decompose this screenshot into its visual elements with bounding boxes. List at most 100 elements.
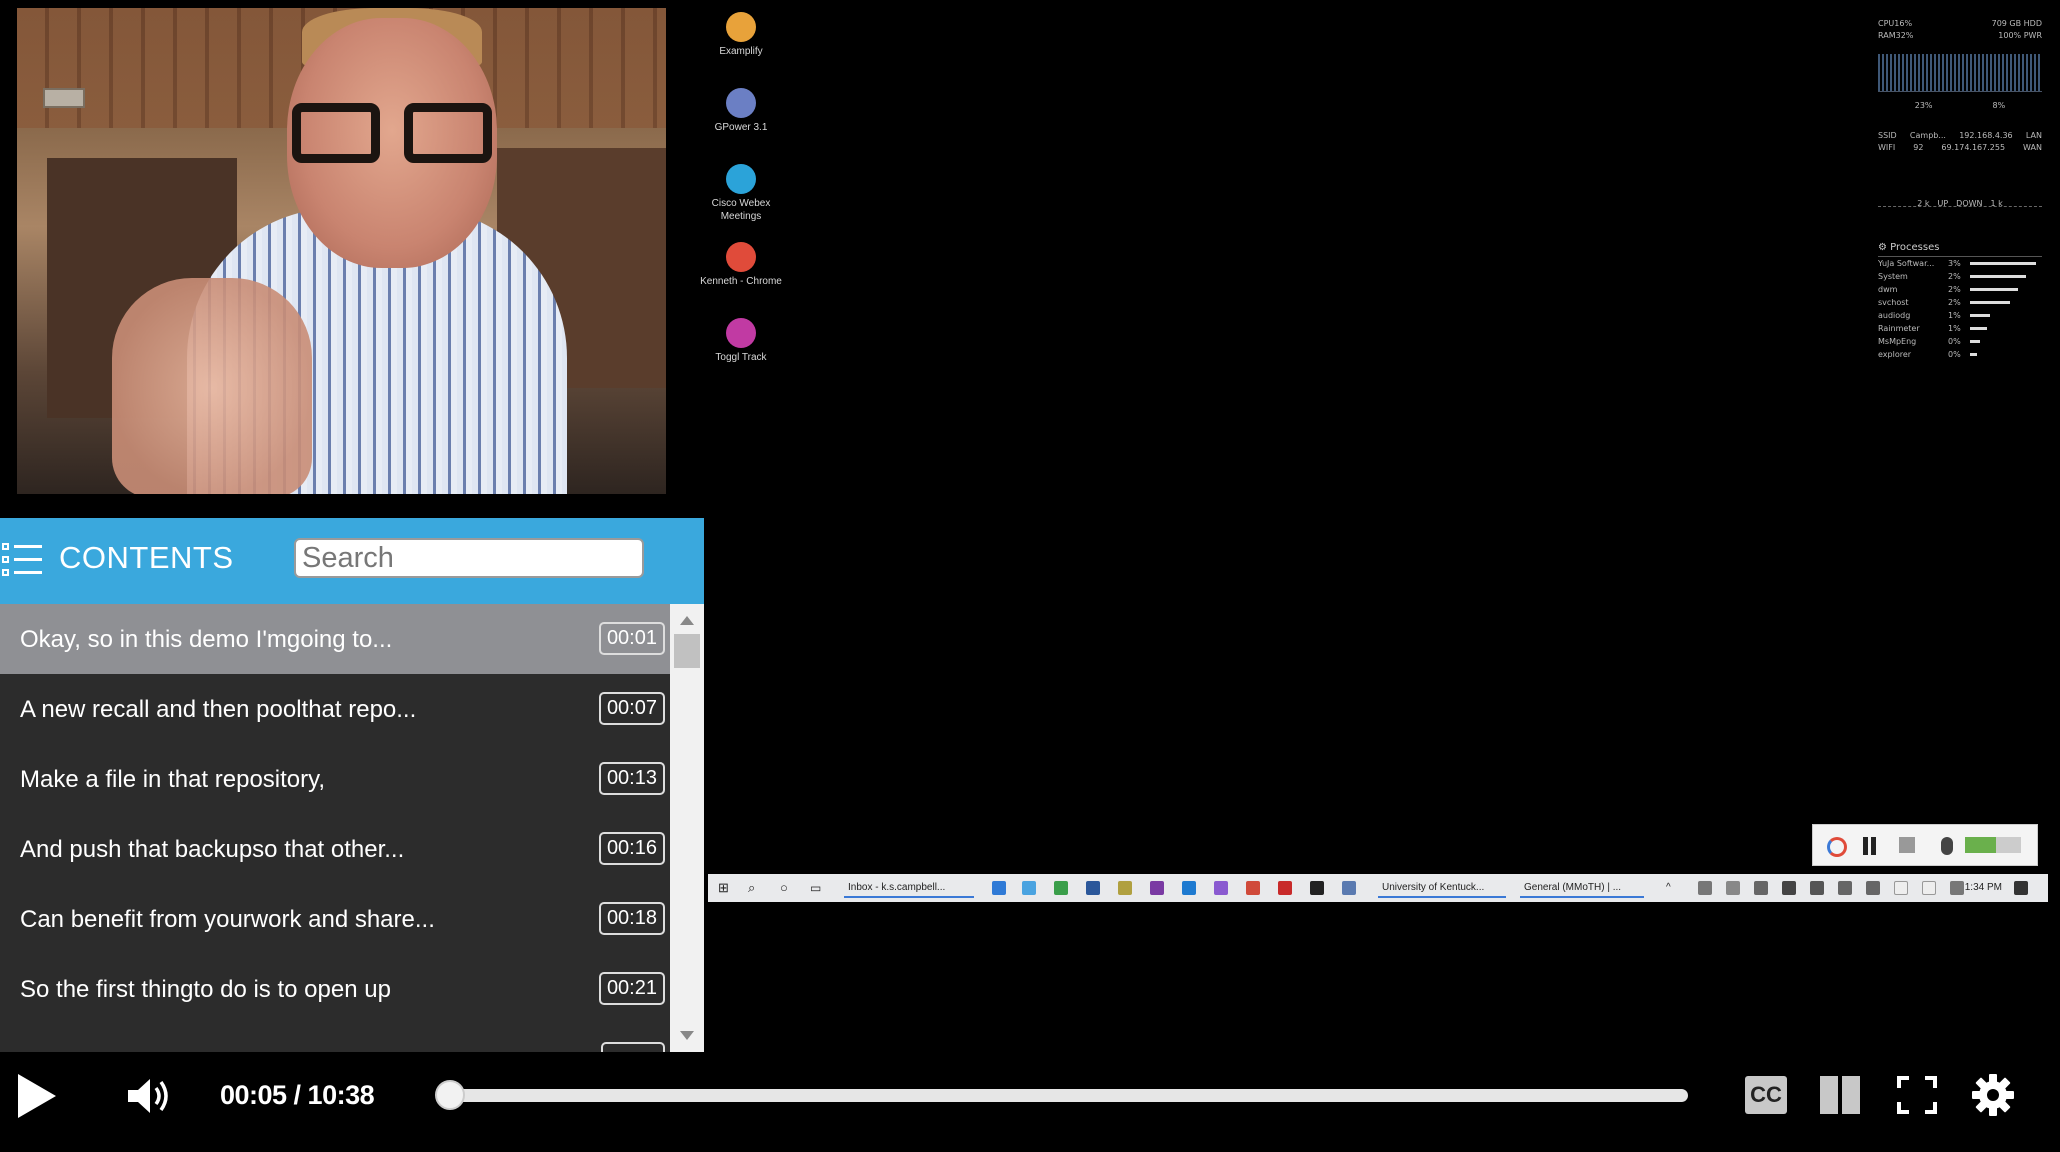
app-icon-dark-red[interactable] [1278, 881, 1292, 895]
video-player: { "desktop_icons": [ {"label": "Examplif… [0, 0, 2060, 1152]
progress-handle[interactable] [434, 1080, 465, 1110]
process-bar [1970, 262, 2036, 265]
wifi-value: 92 [1913, 143, 1924, 152]
volume-icon[interactable] [126, 1076, 172, 1116]
contents-item[interactable]: A new recall and then poolthat repo... 00… [0, 674, 670, 744]
process-name: audiodg [1878, 311, 1911, 320]
examplify-icon [726, 12, 756, 42]
scroll-up-arrow-icon[interactable] [680, 616, 694, 625]
word-icon[interactable] [1086, 881, 1100, 895]
microphone-tray-icon[interactable] [1782, 881, 1796, 895]
presenter-hand [112, 278, 312, 494]
audio-level-meter [1965, 837, 2021, 853]
cortana-icon[interactable]: ○ [780, 880, 788, 896]
process-percent: 1% [1948, 324, 1961, 333]
taskbar-app-outlook[interactable]: Inbox - k.s.campbell... [844, 878, 974, 898]
app-icon-yellow[interactable] [1118, 881, 1132, 895]
contents-item-timestamp[interactable]: 00:07 [598, 692, 665, 725]
chevron-up-icon[interactable]: ^ [1666, 880, 1671, 896]
contents-scrollbar[interactable] [670, 604, 704, 1052]
battery-icon[interactable] [1810, 881, 1824, 895]
lan-ip: 192.168.4.36 [1959, 131, 2013, 140]
process-bar [1970, 288, 2018, 291]
stop-icon[interactable] [1899, 837, 1915, 853]
desktop-icon-toggl[interactable]: Toggl Track [696, 318, 786, 364]
progress-track[interactable] [440, 1089, 1688, 1102]
closed-captions-button[interactable]: CC [1745, 1076, 1787, 1114]
table-of-contents-icon[interactable] [2, 541, 42, 579]
process-percent: 2% [1948, 298, 1961, 307]
desktop-icon-chrome[interactable]: Kenneth - Chrome [696, 242, 786, 288]
contents-item-timestamp[interactable]: 00:01 [598, 622, 665, 655]
cpu-label: CPU [1878, 19, 1895, 28]
layout-toggle-button[interactable] [1820, 1076, 1860, 1114]
ram-value: 32% [1895, 31, 1914, 40]
process-bar [1970, 275, 2026, 278]
scrollbar-track[interactable] [670, 604, 704, 1052]
tray-icon-1[interactable] [1698, 881, 1712, 895]
windows-start-icon[interactable]: ⊞ [718, 880, 729, 896]
ram-label: RAM [1878, 31, 1896, 40]
contents-item-timestamp[interactable]: 00:21 [598, 972, 665, 1005]
search-icon[interactable]: ⌕ [748, 880, 755, 896]
process-row: Rainmeter 1% [1878, 322, 2042, 335]
fullscreen-corner-icon [1897, 1076, 1909, 1088]
play-button[interactable] [18, 1074, 56, 1118]
process-row: audiodg 1% [1878, 309, 2042, 322]
contents-item[interactable]: Can benefit from yourwork and share... 00… [0, 884, 670, 954]
contents-item-timestamp[interactable] [601, 1042, 665, 1052]
contents-item[interactable]: And push that backupso that other... 00:1… [0, 814, 670, 884]
cloud-sync-icon[interactable] [1922, 881, 1936, 895]
desktop-icon-label: Examplify [719, 46, 763, 57]
process-row: MsMpEng 0% [1878, 335, 2042, 348]
contents-item[interactable]: So the first thingto do is to open up 00:… [0, 954, 670, 1024]
desktop-icon-gpower[interactable]: GPower 3.1 [696, 88, 786, 134]
app-icon-purple[interactable] [1150, 881, 1164, 895]
wan-label: WAN [2023, 143, 2042, 152]
contents-item-timestamp[interactable]: 00:16 [598, 832, 665, 865]
volume-tray-icon[interactable] [1866, 881, 1880, 895]
vscode-icon[interactable] [1182, 881, 1196, 895]
desktop-icon-examplify[interactable]: Examplify [696, 12, 786, 58]
visual-studio-icon[interactable] [1214, 881, 1228, 895]
microphone-icon[interactable] [1941, 837, 1953, 855]
contents-item[interactable]: Okay, so in this demo I'mgoing to... 00:0… [0, 604, 670, 674]
onedrive-icon[interactable] [1726, 881, 1740, 895]
search-input[interactable] [294, 538, 644, 578]
pause-icon[interactable] [1863, 837, 1868, 855]
fullscreen-button[interactable] [1897, 1076, 1937, 1114]
wifi-icon[interactable] [1838, 881, 1852, 895]
app-icon-red[interactable] [1246, 881, 1260, 895]
cloud-icon[interactable] [1894, 881, 1908, 895]
process-bar [1970, 301, 2010, 304]
contents-item-timestamp[interactable]: 00:13 [598, 762, 665, 795]
desktop-icon-webex[interactable]: Cisco Webex Meetings [696, 164, 786, 223]
tray-icon-2[interactable] [1754, 881, 1768, 895]
process-name: MsMpEng [1878, 337, 1917, 346]
contents-item[interactable] [0, 1024, 670, 1052]
mail-icon[interactable] [1022, 881, 1036, 895]
process-name: svchost [1878, 298, 1909, 307]
pwr-value: 100% [1998, 31, 2022, 40]
app-icon-blue[interactable] [1342, 881, 1356, 895]
process-row: YuJa Softwar... 3% [1878, 257, 2042, 270]
cpu-value: 16% [1894, 19, 1913, 28]
webex-icon [726, 164, 756, 194]
process-list: YuJa Softwar... 3% System 2% dwm 2% svchost 2% a… [1878, 257, 2042, 361]
terminal-icon[interactable] [1310, 881, 1324, 895]
layout-left-pane-icon [1820, 1076, 1838, 1114]
contents-item-timestamp[interactable]: 00:18 [598, 902, 665, 935]
contents-item[interactable]: Make a file in that repository, 00:13 [0, 744, 670, 814]
taskbar-app-chrome[interactable]: University of Kentuck... [1378, 878, 1506, 898]
notifications-icon[interactable] [2014, 881, 2028, 895]
taskbar-app-teams[interactable]: General (MMoTH) | ... [1520, 878, 1644, 898]
scrollbar-thumb[interactable] [674, 634, 700, 668]
task-view-icon[interactable]: ▭ [810, 880, 821, 896]
scroll-down-arrow-icon[interactable] [680, 1031, 694, 1040]
graph-right-value: 8% [1992, 101, 2006, 110]
settings-gear-icon[interactable] [1972, 1074, 2014, 1116]
app-icon-green[interactable] [1054, 881, 1068, 895]
taskbar-clock[interactable]: 1:34 PM [1952, 880, 2002, 896]
process-row: System 2% [1878, 270, 2042, 283]
edge-icon[interactable] [992, 881, 1006, 895]
